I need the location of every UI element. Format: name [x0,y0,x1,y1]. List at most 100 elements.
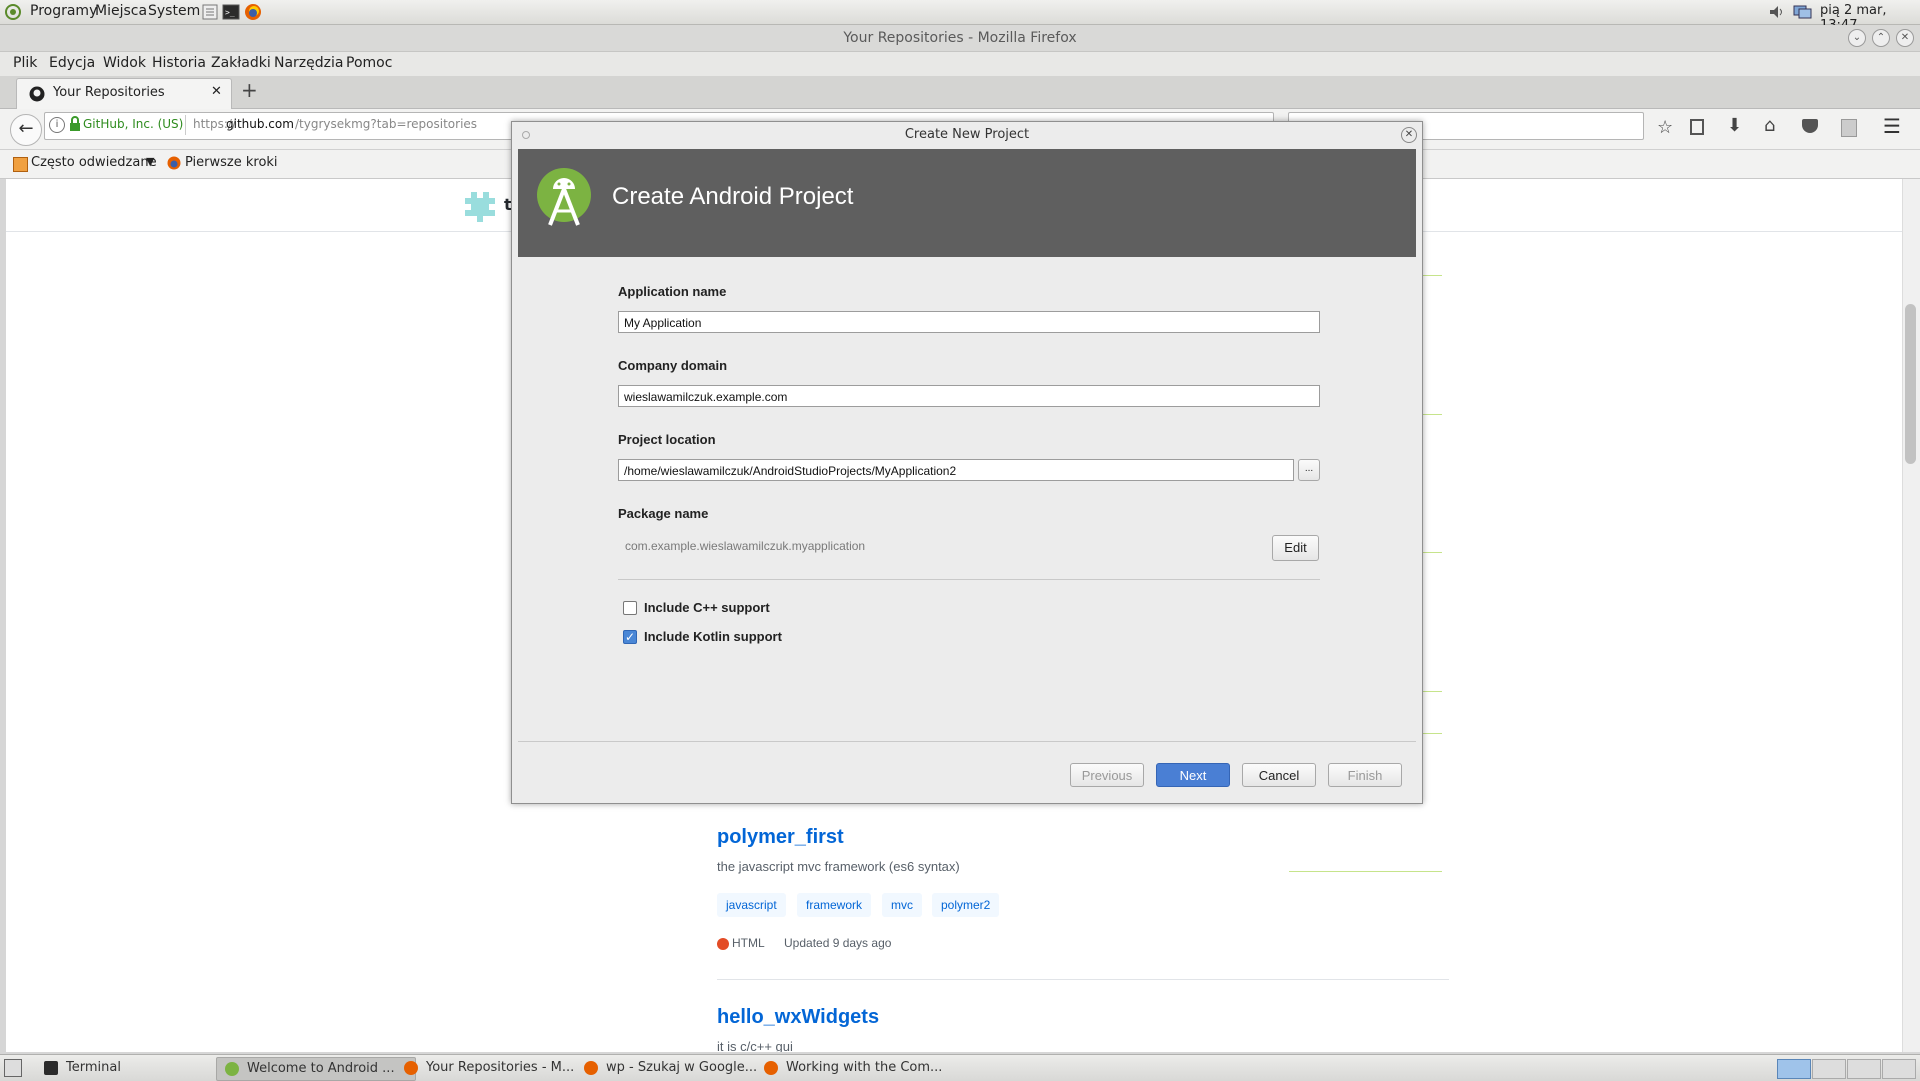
terminal-icon[interactable]: >_ [222,3,240,21]
info-icon[interactable]: i [49,117,65,133]
repo-description: it is c/c++ gui [717,1039,793,1052]
home-icon[interactable]: ⌂ [1764,115,1775,136]
maximize-icon[interactable]: ⌃ [1872,29,1890,47]
dialog-header-banner: Create Android Project [518,149,1416,257]
taskbar-item-terminal[interactable]: Terminal [36,1057,236,1079]
terminal-icon [44,1061,58,1075]
workspace-1[interactable] [1777,1059,1811,1079]
dialog-close-icon[interactable]: ✕ [1401,127,1417,143]
minimize-icon[interactable]: ⌄ [1848,29,1866,47]
footer-divider [518,741,1416,742]
network-icon[interactable] [1793,3,1812,21]
close-tab-icon[interactable]: ✕ [211,84,222,99]
cancel-button[interactable]: Cancel [1242,763,1316,787]
repo-updated: Updated 9 days ago [784,936,892,950]
workspace-4[interactable] [1882,1059,1916,1079]
kotlin-support-checkbox[interactable]: ✓ [623,630,637,644]
android-studio-logo-icon [536,167,594,235]
scrollbar-thumb[interactable] [1905,304,1916,464]
hamburger-menu-icon[interactable]: ☰ [1883,114,1901,138]
site-identity[interactable]: GitHub, Inc. (US) [83,117,183,131]
previous-button[interactable]: Previous [1070,763,1144,787]
topic-tag[interactable]: mvc [882,893,922,917]
kotlin-support-label[interactable]: Include Kotlin support [644,629,782,644]
taskbar-item-android-studio[interactable]: Welcome to Android ... [216,1057,416,1081]
menubar: Plik Edycja Widok Historia Zakładki Narz… [0,52,1920,76]
download-icon[interactable]: ⬇ [1727,115,1742,136]
app-name-label: Application name [618,284,727,299]
menu-bookmarks[interactable]: Zakładki [211,55,271,71]
window-title: Your Repositories - Mozilla Firefox [843,30,1077,46]
edit-package-button[interactable]: Edit [1272,535,1319,561]
options-divider [618,579,1320,580]
taskbar-item-firefox-search[interactable]: wp - Szukaj w Google... [576,1057,774,1079]
distro-logo-icon[interactable] [4,3,22,21]
company-domain-input[interactable]: wieslawamilczuk.example.com [618,385,1320,407]
back-icon[interactable]: ← [10,114,42,146]
tab-label: Your Repositories [53,85,165,100]
dialog-titlebar[interactable]: Create New Project ✕ [512,122,1422,148]
bookmark-getting-started[interactable]: Pierwsze kroki [185,155,278,170]
url-path: /tygrysekmg?tab=repositories [295,117,478,131]
project-location-label: Project location [618,432,716,447]
panel-menu-system[interactable]: System [148,3,200,19]
panel-menu-programs[interactable]: Programy [30,3,97,19]
panel-menu-places[interactable]: Miejsca [95,3,147,19]
menu-help[interactable]: Pomoc [346,55,392,71]
chevron-down-icon[interactable]: ▼ [146,155,154,168]
bookmark-star-icon[interactable]: ☆ [1657,117,1673,138]
menu-file[interactable]: Plik [13,55,37,71]
taskbar-item-label: Working with the Com... [786,1060,943,1075]
repo-name-link[interactable]: hello_wxWidgets [717,1006,879,1029]
browse-location-button[interactable]: ... [1298,459,1320,481]
close-window-icon[interactable]: ✕ [1896,29,1914,47]
topic-tag[interactable]: javascript [717,893,786,917]
app-name-input[interactable]: My Application [618,311,1320,333]
identicon-icon[interactable] [465,192,495,226]
cpp-support-checkbox[interactable] [623,601,637,615]
project-location-input[interactable]: /home/wieslawamilczuk/AndroidStudioProje… [618,459,1294,481]
lock-icon [69,116,81,136]
tab-bar: Your Repositories ✕ + [0,76,1920,109]
finish-button[interactable]: Finish [1328,763,1402,787]
repo-divider [717,979,1449,980]
text-editor-icon[interactable] [201,3,219,21]
taskbar-item-label: Terminal [66,1060,121,1075]
pocket-icon[interactable] [1802,119,1818,133]
bookmark-most-visited[interactable]: Często odwiedzane [31,155,157,170]
url-host: github.com [226,117,294,131]
folder-icon [13,157,28,172]
dialog-menu-icon[interactable] [522,131,530,139]
taskbar-item-label: Welcome to Android ... [247,1061,395,1076]
company-domain-label: Company domain [618,358,728,373]
package-name-label: Package name [618,506,709,521]
firefox-icon[interactable] [244,3,262,21]
tab-your-repositories[interactable]: Your Repositories ✕ [16,78,232,109]
taskbar-item-firefox-working[interactable]: Working with the Com... [756,1057,954,1079]
topic-tag[interactable]: polymer2 [932,893,1000,917]
github-icon [29,86,45,106]
taskbar-item-firefox-repos[interactable]: Your Repositories - M... [396,1057,594,1079]
reading-list-icon[interactable] [1690,119,1704,135]
volume-icon[interactable] [1767,3,1785,21]
menu-tools[interactable]: Narzędzia [274,55,343,71]
dialog-window-title: Create New Project [904,127,1030,142]
menu-history[interactable]: Historia [152,55,206,71]
workspace-2[interactable] [1812,1059,1846,1079]
window-titlebar[interactable]: Your Repositories - Mozilla Firefox ⌄ ⌃ … [0,25,1920,52]
url-divider [185,115,186,135]
dialog-header-title: Create Android Project [612,183,854,210]
repo-name-link[interactable]: polymer_first [717,826,844,849]
menu-view[interactable]: Widok [103,55,146,71]
top-panel: Programy Miejsca System >_ pią 2 mar, 13… [0,0,1920,33]
cpp-support-label[interactable]: Include C++ support [644,600,770,615]
next-button[interactable]: Next [1156,763,1230,787]
menu-edit[interactable]: Edycja [49,55,95,71]
topic-tag[interactable]: framework [797,893,872,917]
language-color-dot [717,938,729,950]
new-tab-icon[interactable]: + [241,78,258,102]
workspace-3[interactable] [1847,1059,1881,1079]
extension-icon[interactable] [1841,119,1857,137]
show-desktop-icon[interactable] [4,1059,22,1077]
create-project-dialog: Create New Project ✕ Create Android Proj… [511,121,1423,804]
